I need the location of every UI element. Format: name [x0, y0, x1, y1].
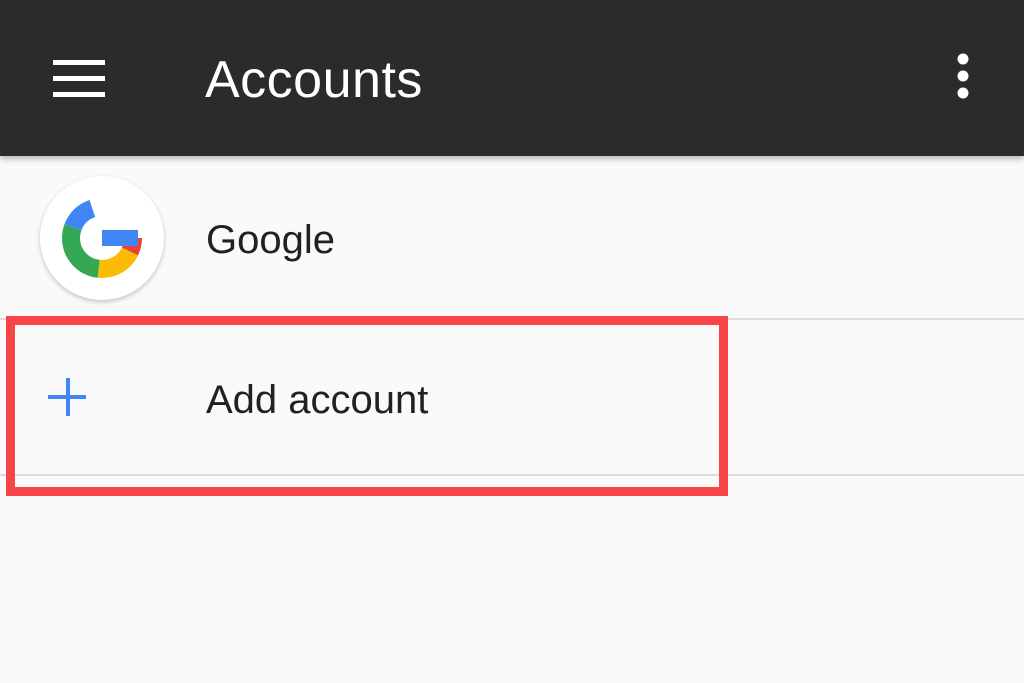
page-title: Accounts	[205, 51, 423, 109]
account-item-google[interactable]: Google	[0, 160, 1024, 318]
account-label: Google	[206, 218, 335, 262]
account-avatar	[40, 176, 164, 300]
list-divider	[0, 474, 1024, 476]
plus-icon	[48, 378, 86, 416]
add-account-label: Add account	[206, 378, 429, 422]
more-vert-icon	[957, 53, 969, 99]
menu-button[interactable]	[40, 46, 118, 112]
app-toolbar: Accounts	[0, 0, 1024, 156]
accounts-screen: Accounts Google Add account	[0, 0, 1024, 683]
add-account-row[interactable]: Add account	[0, 320, 1024, 474]
overflow-menu-button[interactable]	[936, 46, 990, 112]
hamburger-menu-icon	[53, 60, 105, 97]
google-logo-icon	[62, 198, 142, 278]
